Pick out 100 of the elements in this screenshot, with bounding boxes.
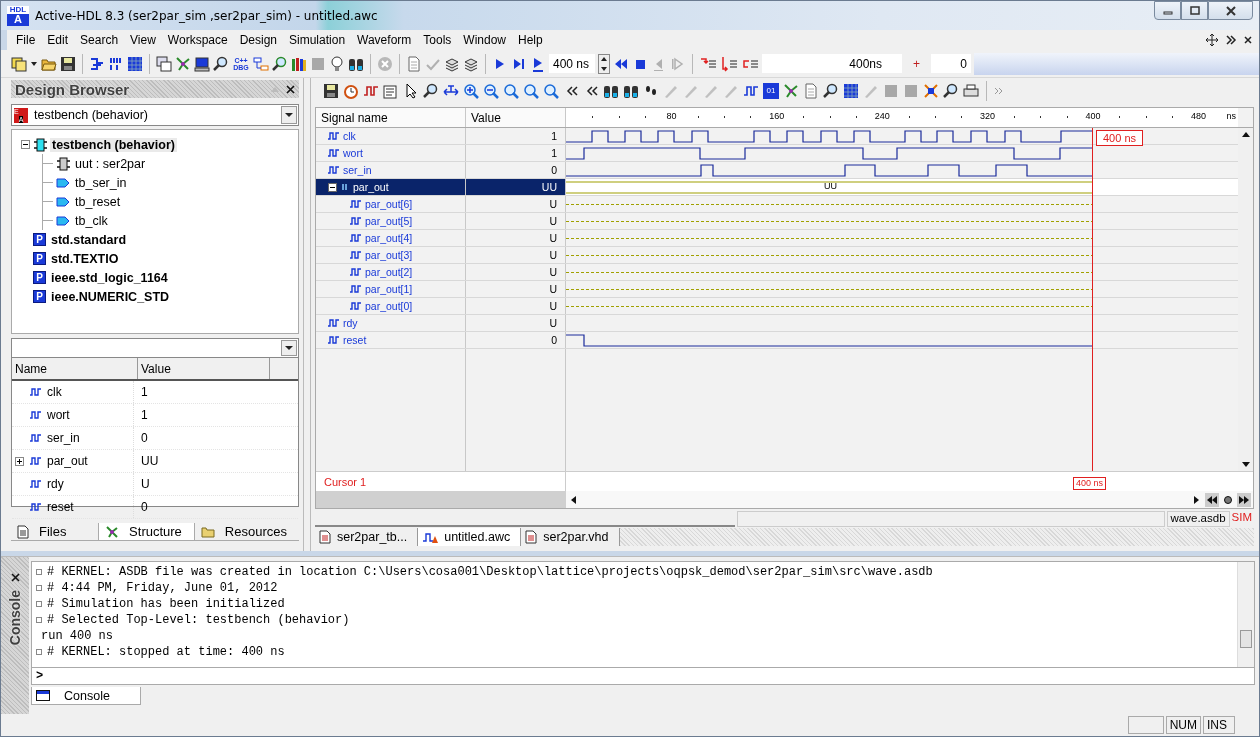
column-header[interactable]: Value — [138, 358, 270, 379]
panel-tab[interactable]: Files — [11, 523, 99, 541]
tree-item[interactable]: tb_reset — [73, 194, 123, 209]
tree-item[interactable]: tb_clk — [73, 213, 110, 228]
menu-item[interactable]: View — [127, 33, 159, 47]
scroll-thumb[interactable] — [1240, 630, 1252, 648]
search-icon[interactable] — [943, 82, 959, 99]
panel-tab[interactable]: Resources — [194, 523, 299, 541]
vertical-scrollbar[interactable] — [1237, 562, 1254, 667]
printer-icon[interactable] — [963, 82, 979, 99]
document-tab[interactable]: untitled.awc — [418, 528, 522, 546]
menu-item[interactable]: Workspace — [164, 33, 231, 47]
close-icon[interactable] — [286, 84, 295, 94]
save-icon[interactable] — [60, 55, 76, 72]
menu-item[interactable]: Simulation — [286, 33, 349, 47]
tree-item[interactable]: ieee.std_logic_1164 — [49, 270, 170, 285]
grid-icon[interactable] — [843, 82, 859, 99]
tree-item[interactable]: ieee.NUMERIC_STD — [49, 289, 172, 304]
monitor-icon[interactable] — [194, 55, 210, 72]
find-icon[interactable] — [272, 55, 288, 72]
console-tab[interactable]: Console — [31, 687, 141, 705]
scroll-up-icon[interactable] — [1240, 130, 1251, 138]
document-icon — [17, 524, 29, 539]
signal-row[interactable]: par_out[5] U — [316, 213, 1238, 230]
cursor-time-field[interactable]: 400ns — [762, 54, 902, 73]
signal-row[interactable]: par_out[4] U — [316, 230, 1238, 247]
document-tab[interactable]: ser2par.vhd — [521, 528, 620, 546]
move-icon[interactable] — [1205, 33, 1219, 47]
signal-row[interactable]: par_out[0] U — [316, 298, 1238, 315]
search-icon[interactable] — [823, 82, 839, 99]
tree-item[interactable]: std.standard — [49, 232, 128, 247]
close-button[interactable] — [1208, 1, 1253, 20]
close-icon[interactable] — [10, 573, 20, 582]
signal-row[interactable]: par_out[1] U — [316, 281, 1238, 298]
minimize-button[interactable] — [1154, 1, 1181, 20]
package-icon: P — [33, 252, 46, 265]
grid-icon[interactable] — [127, 55, 143, 72]
status-indicator: NUM — [1165, 716, 1201, 734]
signal-row[interactable]: par_out[3] U — [316, 247, 1238, 264]
pointer-icon[interactable] — [403, 82, 419, 99]
documents-icon[interactable] — [11, 55, 27, 72]
flow-icon[interactable] — [253, 55, 269, 72]
document-icon[interactable] — [406, 55, 422, 72]
panel-tab[interactable]: Structure — [98, 523, 195, 541]
fast-forward-icon[interactable] — [1237, 492, 1251, 507]
fast-rewind-icon[interactable] — [1205, 492, 1219, 507]
menu-item[interactable]: Window — [460, 33, 509, 47]
signal-row[interactable]: reset 0 — [316, 332, 1238, 349]
column-header[interactable]: Value — [466, 108, 566, 127]
scroll-down-icon[interactable] — [1240, 461, 1251, 469]
column-header[interactable]: Name — [12, 358, 138, 379]
spinner-icon[interactable] — [598, 53, 610, 74]
signal-row[interactable]: rdy U — [316, 315, 1238, 332]
binary-button[interactable]: 01 — [763, 82, 779, 99]
expand-icon[interactable] — [15, 456, 24, 466]
close-icon[interactable] — [1243, 35, 1253, 45]
run-time-field[interactable]: 400 ns — [549, 54, 595, 73]
search-icon[interactable] — [213, 55, 229, 72]
bulb-icon[interactable] — [329, 55, 345, 72]
menu-item[interactable]: Waveform — [354, 33, 415, 47]
collapse-icon[interactable] — [21, 140, 30, 149]
save-icon[interactable] — [323, 82, 339, 99]
tree-item[interactable]: tb_ser_in — [73, 175, 129, 190]
tools-icon[interactable] — [923, 82, 939, 99]
search-icon[interactable] — [423, 82, 439, 99]
document-tab[interactable]: ser2par_tb... — [315, 528, 419, 546]
collapse-icon[interactable] — [328, 182, 337, 192]
zoom-fit-icon[interactable] — [503, 82, 519, 99]
chevron-icon[interactable] — [1225, 34, 1237, 46]
menu-item[interactable]: File — [13, 33, 39, 47]
windows-icon[interactable] — [156, 55, 172, 72]
cursor-next-icon[interactable] — [720, 55, 738, 72]
clock-icon[interactable] — [343, 82, 359, 99]
signal-row[interactable]: par_out[2] U — [316, 264, 1238, 281]
menu-item[interactable]: Edit — [44, 33, 72, 47]
menu-item[interactable]: Design — [236, 33, 281, 47]
column-header[interactable]: Signal name — [316, 108, 466, 127]
maximize-button[interactable] — [1181, 1, 1208, 20]
tree-item[interactable]: std.TEXTIO — [49, 251, 121, 266]
scope-dropdown[interactable] — [11, 338, 299, 358]
books-icon[interactable] — [291, 55, 307, 72]
zoom-fit-icon[interactable] — [523, 82, 539, 99]
signal-row[interactable]: par_out[6] U — [316, 196, 1238, 213]
offset-field[interactable]: 0 — [931, 54, 971, 73]
menu-item[interactable]: Search — [77, 33, 122, 47]
zoom-out-icon[interactable] — [483, 82, 499, 99]
signal-row[interactable]: par_out UU UU — [316, 179, 1238, 196]
signal-row[interactable]: wort 1 — [316, 145, 1238, 162]
command-field[interactable]: > — [31, 668, 1255, 685]
horizontal-scrollbar[interactable] — [566, 491, 1253, 508]
bits-icon[interactable] — [108, 55, 124, 72]
menu-item[interactable]: Help — [515, 33, 546, 47]
zoom-in-icon[interactable] — [463, 82, 479, 99]
menu-item[interactable]: Tools — [420, 33, 455, 47]
folder-icon — [200, 525, 215, 538]
tree-item[interactable]: testbench (behavior) — [50, 137, 177, 152]
play-until-icon[interactable] — [530, 55, 546, 72]
signal-value: U — [140, 477, 150, 491]
zoom-fit-icon[interactable] — [543, 82, 559, 99]
tree-item[interactable]: uut : ser2par — [73, 156, 148, 171]
